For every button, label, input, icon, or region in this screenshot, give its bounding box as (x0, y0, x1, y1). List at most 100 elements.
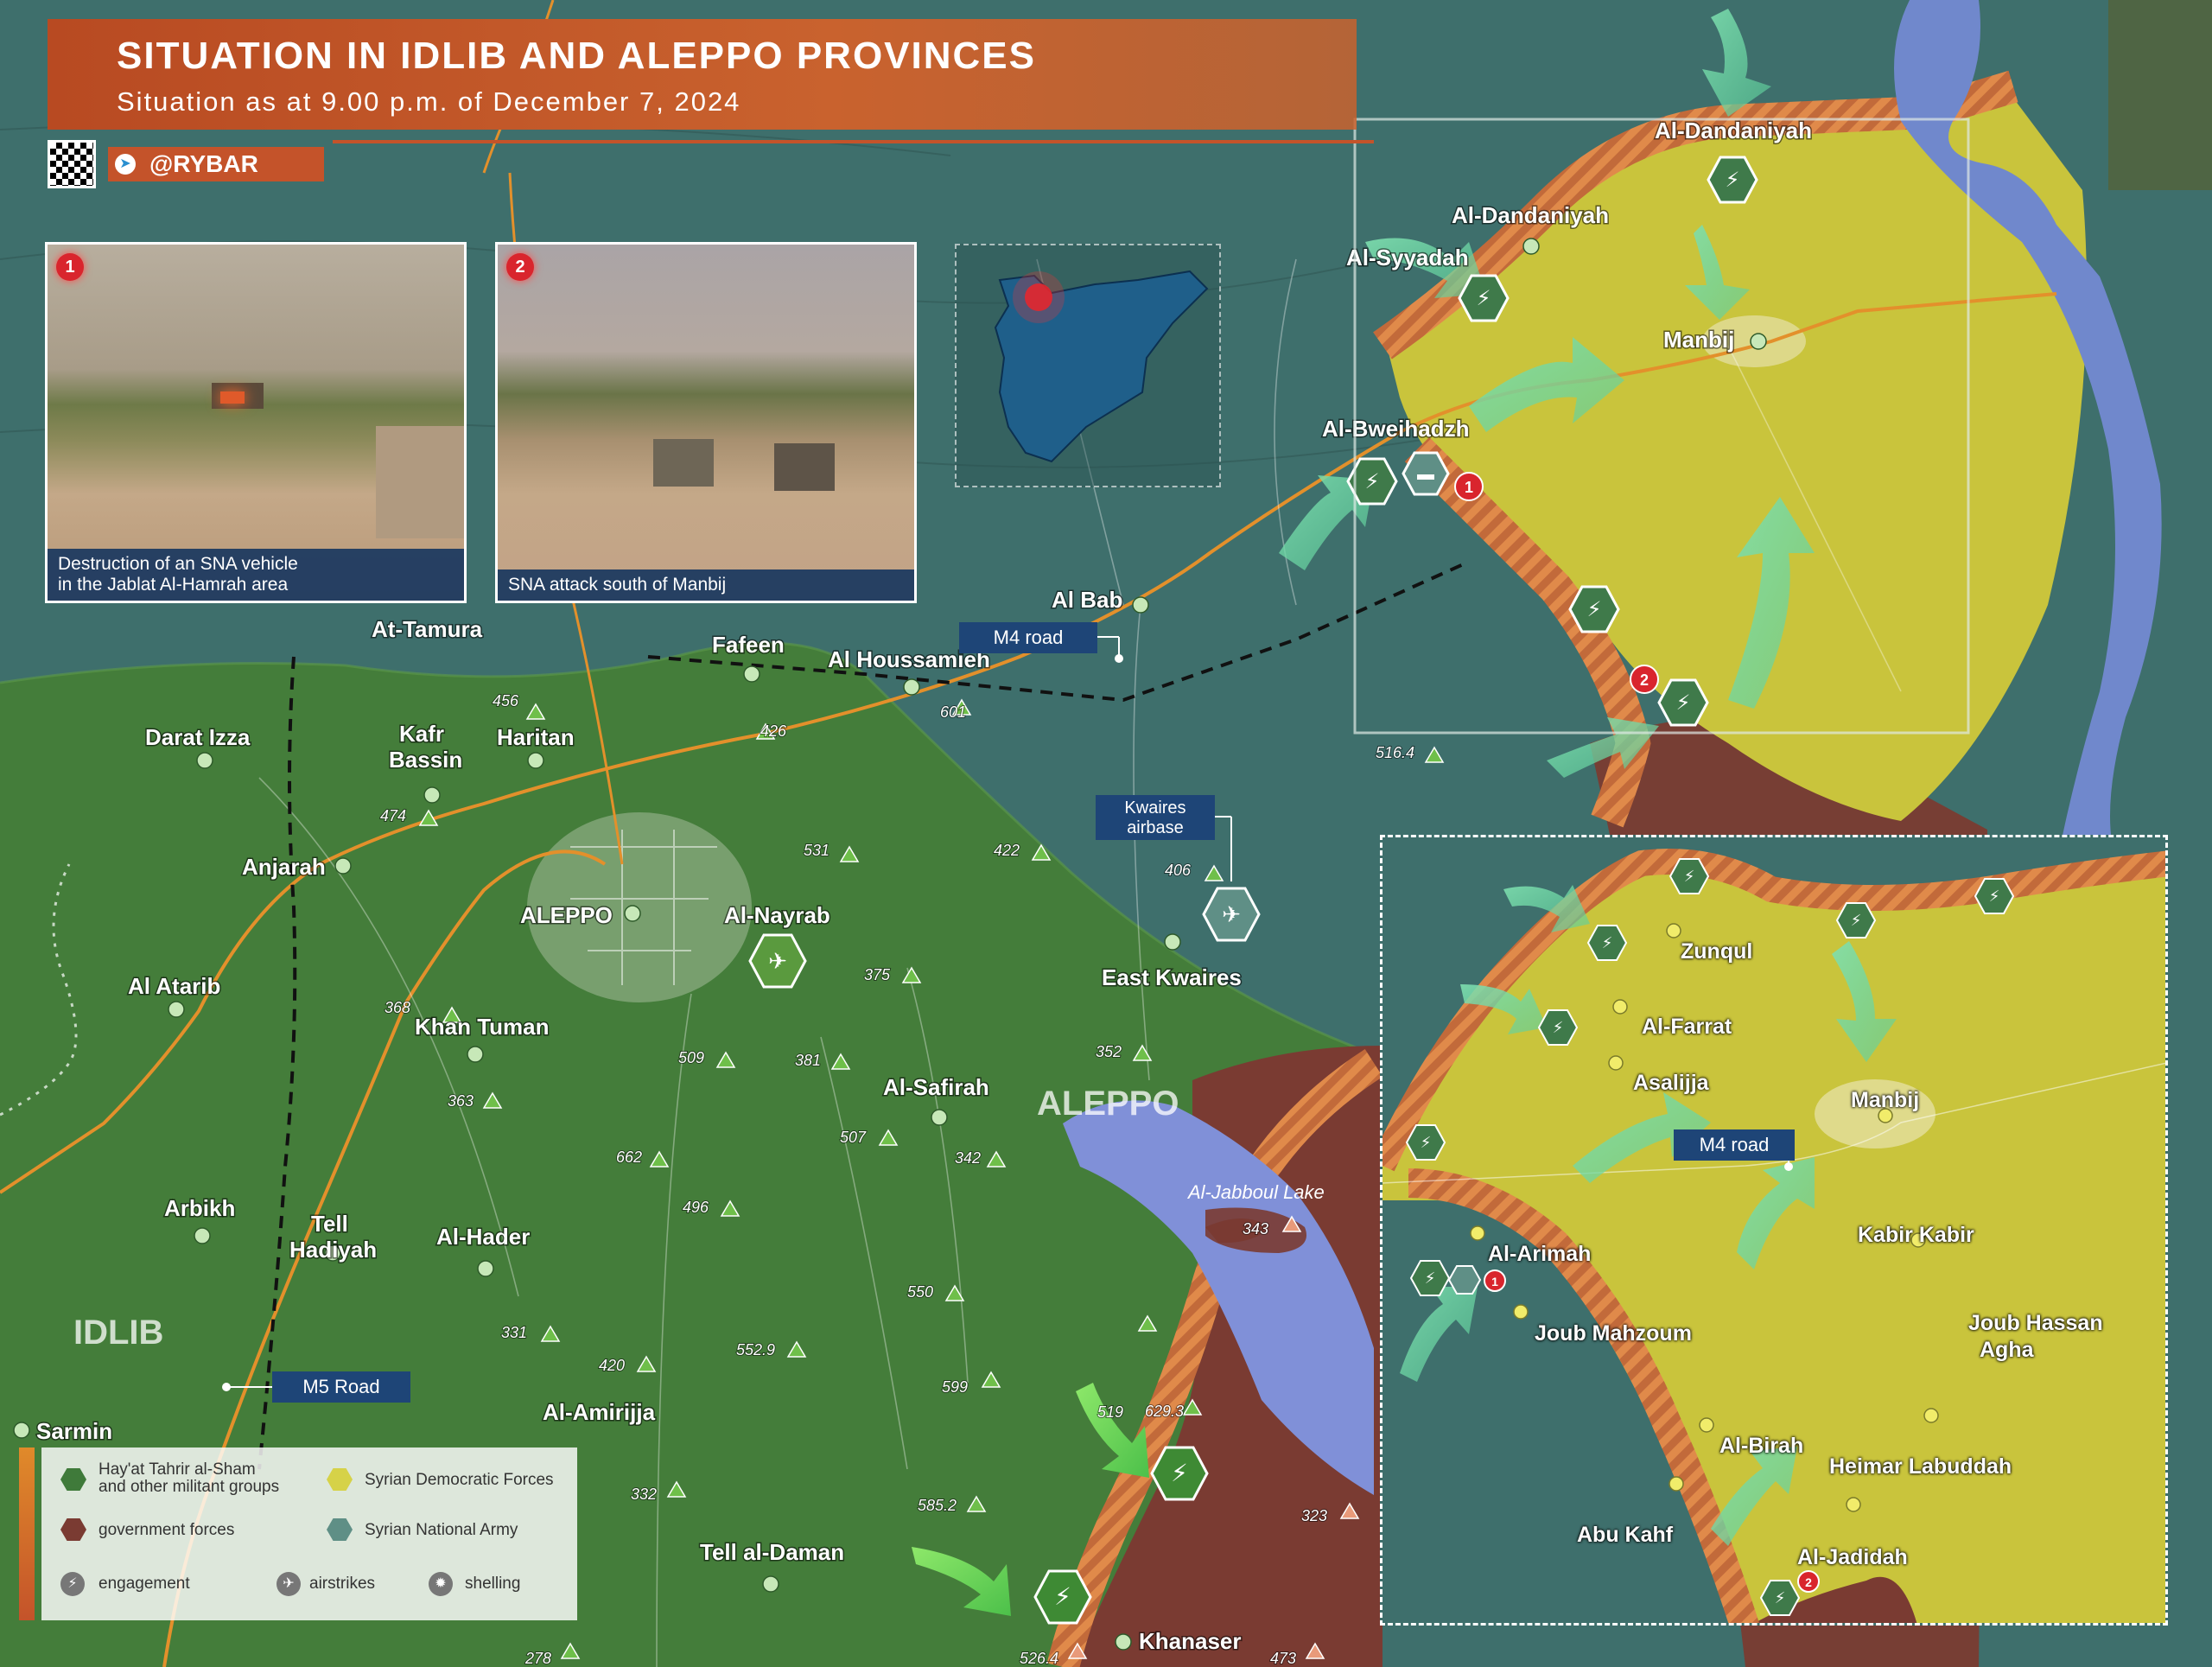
svg-text:⚡: ⚡ (1587, 598, 1602, 621)
place-label: Al Bab (1052, 587, 1122, 613)
photo-panel-2[interactable]: 2 SNA attack south of Manbij (495, 242, 917, 603)
place-label: Hadiyah (289, 1237, 377, 1263)
svg-text:⚡: ⚡ (1553, 1019, 1564, 1036)
elevation-label: 456 (493, 692, 519, 709)
inset-place-label: Abu Kahf (1577, 1523, 1674, 1547)
legend-shelling: shelling (465, 1575, 521, 1593)
legend-hts: Hay'at Tahrir al-Sham and other militant… (99, 1460, 280, 1496)
fire-shape (220, 391, 245, 404)
header-rule (333, 140, 1374, 143)
elevation-label: 422 (994, 842, 1020, 859)
hts-swatch (60, 1468, 86, 1491)
header-banner: SITUATION IN IDLIB AND ALEPPO PROVINCES … (48, 19, 1357, 130)
inset-place-label: Zunqul (1681, 939, 1753, 964)
svg-text:▬: ▬ (1417, 465, 1434, 484)
elevation-label: 420 (599, 1357, 625, 1374)
inset-map: ⚡ ⚡ ⚡ ⚡ ⚡ ⚡ ⚡ ⚡ 1 2 M4 road Zunqul Al-Fa… (1380, 835, 2168, 1626)
legend: Hay'at Tahrir al-Sham and other militant… (41, 1447, 577, 1620)
qr-code-icon[interactable] (48, 140, 96, 188)
armored-vehicle-1 (653, 439, 714, 487)
elevation-label: 375 (864, 966, 891, 983)
place-label: Anjarah (242, 854, 326, 880)
place-label: Al-Dandaniyah (1655, 118, 1812, 143)
place-label: At-Tamura (372, 616, 483, 642)
svg-text:⚡: ⚡ (1989, 888, 2000, 905)
inset-place-label: Al-Jadidah (1797, 1545, 1908, 1569)
photo-number-badge: 1 (56, 253, 84, 281)
gov-swatch (60, 1518, 86, 1541)
photo-panel-1[interactable]: 1 Destruction of an SNA vehicle in the J… (45, 242, 467, 603)
place-label: Tell (311, 1211, 348, 1237)
region-label-aleppo: ALEPPO (1037, 1085, 1179, 1123)
legend-accent (19, 1447, 35, 1620)
svg-text:⚡: ⚡ (1851, 912, 1862, 929)
place-label: Khan Tuman (415, 1014, 550, 1040)
channel-handle[interactable]: ➤ @RYBAR (108, 147, 324, 181)
lake-label: Al-Jabboul Lake (1186, 1181, 1325, 1203)
svg-text:⚡: ⚡ (1365, 470, 1380, 493)
elevation-label: 599 (942, 1378, 968, 1396)
place-label: Al-Nayrab (724, 902, 830, 928)
svg-text:⚡: ⚡ (1676, 691, 1691, 715)
inset-m4-label: M4 road (1699, 1134, 1770, 1155)
sna-swatch (327, 1518, 353, 1541)
elevation-label: 552.9 (736, 1341, 775, 1358)
place-label: Al-Hader (436, 1224, 530, 1250)
svg-text:⚡: ⚡ (1425, 1269, 1436, 1287)
armored-vehicle-2 (774, 443, 835, 491)
svg-text:⚡: ⚡ (1421, 1134, 1432, 1151)
place-label: Bassin (389, 747, 462, 773)
elevation-label: 507 (840, 1129, 867, 1146)
elevation-label: 474 (380, 807, 406, 824)
elevation-label: 406 (1165, 862, 1192, 879)
legend-sdf: Syrian Democratic Forces (365, 1471, 554, 1489)
place-label: Al-Amirijja (543, 1399, 656, 1425)
inset-place-label: Joub Mahzoum (1535, 1321, 1692, 1346)
svg-text:⚡: ⚡ (1726, 169, 1740, 192)
photo-number-badge: 2 (506, 253, 534, 281)
page-subtitle: Situation as at 9.00 p.m. of December 7,… (117, 86, 741, 117)
place-label: ALEPPO (520, 902, 613, 928)
region-label-idlib: IDLIB (73, 1314, 163, 1352)
inset-place-label: Agha (1980, 1338, 2034, 1362)
elevation-label: 323 (1301, 1507, 1327, 1524)
place-label: Darat Izza (145, 724, 251, 750)
syria-locator-map[interactable] (955, 244, 1221, 487)
svg-text:⚡: ⚡ (1775, 1589, 1786, 1607)
place-label: Sarmin (36, 1418, 112, 1444)
elevation-label: 496 (683, 1199, 709, 1216)
svg-text:⚡: ⚡ (1477, 287, 1491, 310)
elevation-label: 278 (524, 1650, 551, 1667)
elevation-label: 550 (907, 1283, 933, 1301)
elevation-label: 426 (760, 722, 787, 740)
syria-outline (994, 270, 1209, 463)
elevation-label: 381 (795, 1052, 821, 1069)
elevation-label: 331 (501, 1324, 527, 1341)
engagement-icon: ⚡ (60, 1572, 85, 1596)
place-label: Al-Syyadah (1346, 245, 1469, 270)
svg-text:2: 2 (1640, 671, 1649, 689)
place-label: Haritan (497, 724, 575, 750)
svg-text:2: 2 (1805, 1575, 1812, 1589)
legend-engagement: engagement (99, 1575, 190, 1593)
elevation-label: 368 (385, 999, 410, 1016)
map-stage: ⚡ ⚡ ⚡ ⚡ ⚡ ⚡ ⚡ ✈ ✈ ▬ 1 2 Al-Dandaniyah Al… (0, 0, 2212, 1667)
elevation-label: 585.2 (918, 1497, 957, 1514)
inset-place-label: Heimar Labuddah (1829, 1454, 2012, 1479)
brand-bar: ➤ @RYBAR (48, 140, 1374, 188)
svg-text:airbase: airbase (1127, 818, 1184, 837)
elevation-label: 332 (631, 1486, 657, 1503)
building-shape (376, 426, 464, 538)
inset-place-label: Al-Birah (1719, 1434, 1804, 1458)
photo-caption: Destruction of an SNA vehicle in the Jab… (48, 549, 464, 601)
shelling-icon: ✹ (429, 1572, 453, 1596)
inset-place-label: Joub Hassan (1968, 1311, 2103, 1335)
place-label: Kafr (399, 721, 444, 747)
place-label: Fafeen (712, 632, 785, 658)
page-title: SITUATION IN IDLIB AND ALEPPO PROVINCES (117, 35, 1036, 77)
place-label: Al-Safirah (883, 1074, 989, 1100)
place-label: Al-Dandaniyah (1452, 202, 1609, 228)
svg-text:⚡: ⚡ (1602, 934, 1613, 951)
place-label: Tell al-Daman (700, 1539, 844, 1565)
place-label: Al Atarib (128, 973, 220, 999)
